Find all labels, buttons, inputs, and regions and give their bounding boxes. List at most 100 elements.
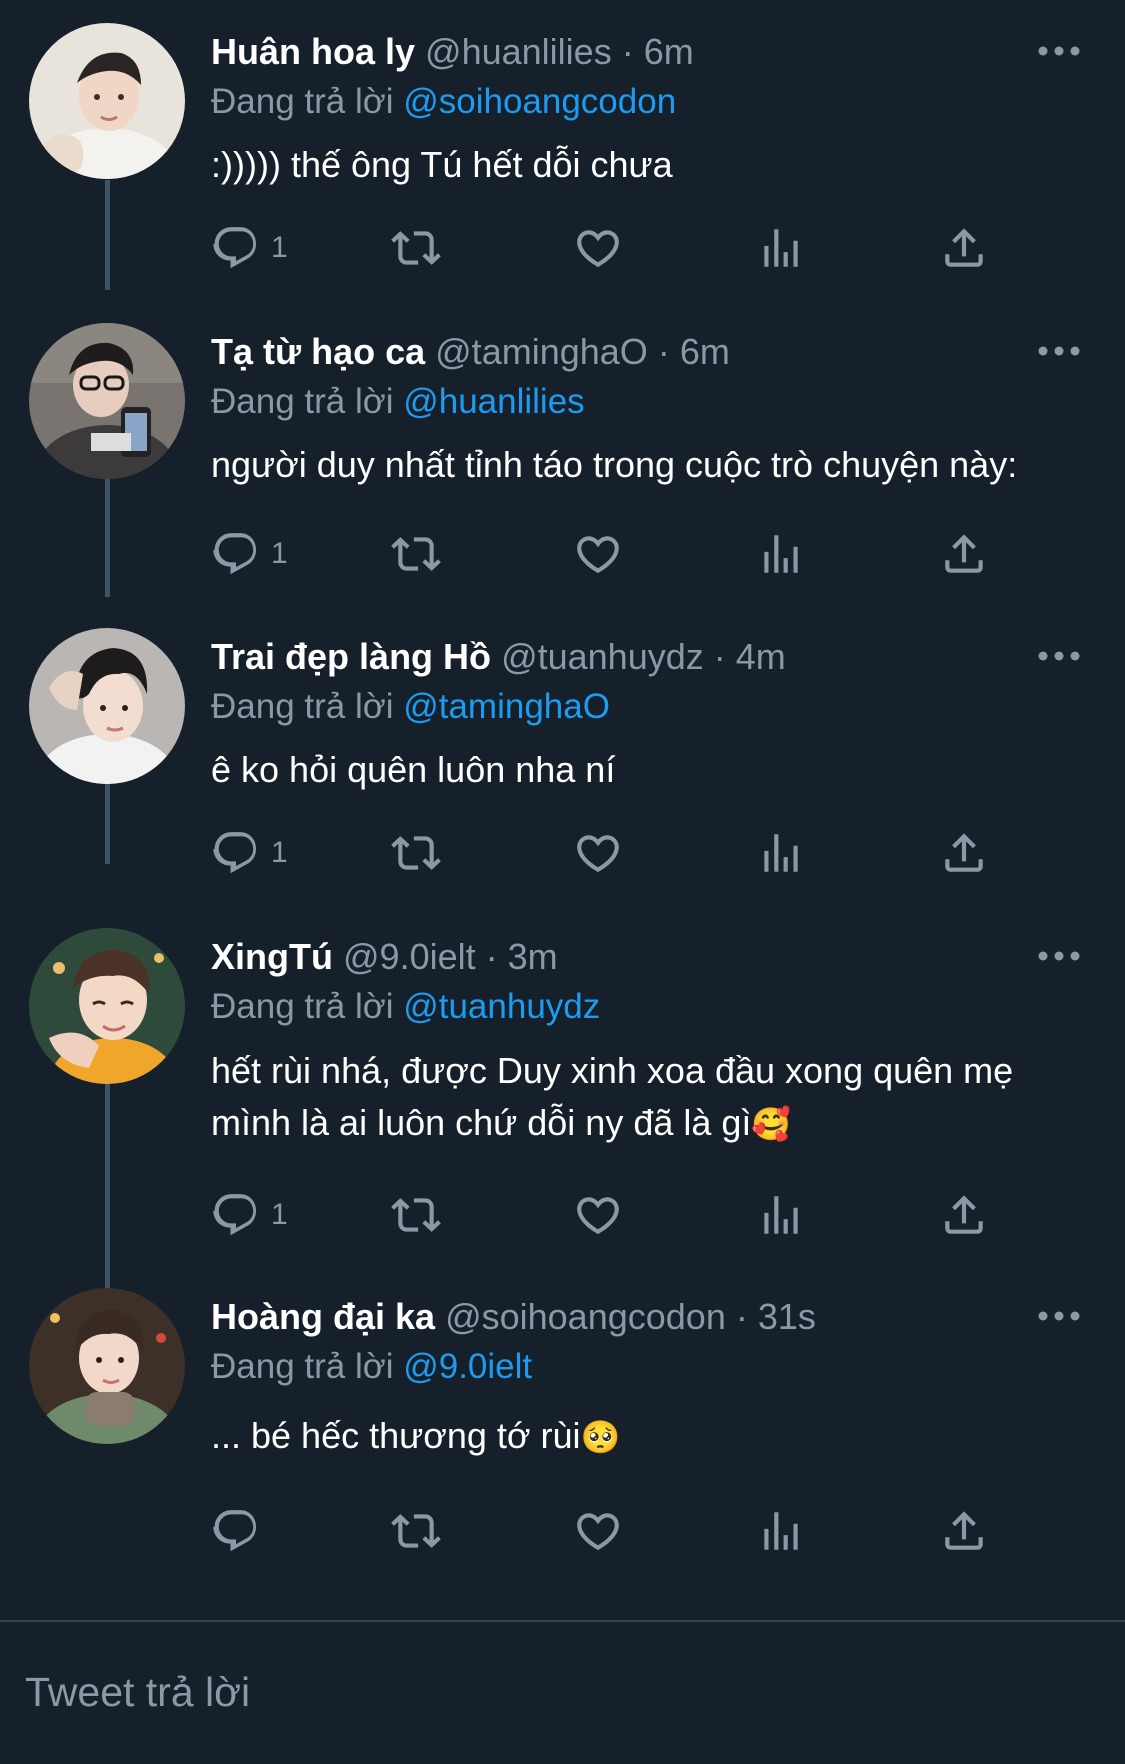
like-button[interactable] xyxy=(573,220,623,276)
tweet[interactable]: Huân hoa ly @huanlilies · 6m Đang trả lờ… xyxy=(0,0,1125,300)
handle[interactable]: @soihoangcodon xyxy=(445,1296,726,1337)
tweet-text: hết rùi nhá, được Duy xinh xoa đầu xong … xyxy=(211,1045,1091,1150)
tweet-header: Hoàng đại ka @soihoangcodon · 31s xyxy=(211,1295,816,1339)
reply-input[interactable] xyxy=(25,1662,1075,1722)
retweet-button[interactable] xyxy=(391,1187,441,1243)
tweet-header: XingTú @9.0ielt · 3m xyxy=(211,935,558,979)
more-button[interactable] xyxy=(1035,1299,1083,1333)
share-icon xyxy=(945,1511,983,1550)
handle[interactable]: @taminghaO xyxy=(435,331,648,372)
replying-to: Đang trả lời @taminghaO xyxy=(211,685,610,729)
handle[interactable]: @9.0ielt xyxy=(343,936,476,977)
reply-composer xyxy=(0,1622,1125,1764)
tweet-text: :))))) thế ông Tú hết dỗi chưa xyxy=(211,142,1091,188)
reply-button[interactable]: 1 xyxy=(211,825,288,881)
like-button[interactable] xyxy=(573,1503,623,1559)
replying-to-label: Đang trả lời xyxy=(211,987,394,1026)
reply-count: 1 xyxy=(271,836,288,869)
replying-to-label: Đang trả lời xyxy=(211,1347,394,1386)
more-button[interactable] xyxy=(1035,34,1083,68)
reply-icon xyxy=(213,1510,257,1552)
action-bar: 1 xyxy=(211,220,1011,276)
reply-button[interactable]: 1 xyxy=(211,526,288,582)
display-name[interactable]: Tạ từ hạo ca xyxy=(211,331,425,372)
reply-button[interactable]: 1 xyxy=(211,220,288,276)
separator: · xyxy=(657,331,670,372)
retweet-button[interactable] xyxy=(391,526,441,582)
share-button[interactable] xyxy=(939,825,989,881)
action-bar: 1 xyxy=(211,825,1011,881)
replying-to-mention[interactable]: @soihoangcodon xyxy=(403,82,676,121)
retweet-icon xyxy=(391,537,441,571)
avatar[interactable] xyxy=(29,23,185,179)
timestamp: 6m xyxy=(643,31,694,72)
share-button[interactable] xyxy=(939,526,989,582)
reply-icon xyxy=(213,533,257,575)
retweet-button[interactable] xyxy=(391,1503,441,1559)
tweet-text-content: ê ko hỏi quên luôn nha ní xyxy=(211,749,616,790)
tweet-text-content: hết rùi nhá, được Duy xinh xoa đầu xong … xyxy=(211,1050,1024,1143)
retweet-button[interactable] xyxy=(391,825,441,881)
share-button[interactable] xyxy=(939,1187,989,1243)
share-button[interactable] xyxy=(939,220,989,276)
reply-button[interactable]: 1 xyxy=(211,1187,288,1243)
tweet[interactable]: Trai đẹp làng Hồ @tuanhuydz · 4m Đang tr… xyxy=(0,605,1125,905)
share-icon xyxy=(945,833,983,872)
stats-icon xyxy=(764,834,798,872)
timestamp: 3m xyxy=(507,936,558,977)
reply-icon xyxy=(213,1194,257,1236)
more-icon xyxy=(1038,1311,1080,1321)
retweet-icon xyxy=(391,231,441,265)
stats-icon xyxy=(764,1512,798,1550)
stats-button[interactable] xyxy=(756,220,806,276)
stats-button[interactable] xyxy=(756,526,806,582)
display-name[interactable]: Hoàng đại ka xyxy=(211,1296,435,1337)
emoji: 🥰 xyxy=(751,1105,792,1143)
like-icon xyxy=(577,536,619,574)
tweet[interactable]: Tạ từ hạo ca @taminghaO · 6m Đang trả lờ… xyxy=(0,300,1125,605)
timestamp: 4m xyxy=(735,636,786,677)
more-button[interactable] xyxy=(1035,639,1083,673)
display-name[interactable]: Huân hoa ly xyxy=(211,31,415,72)
timestamp: 31s xyxy=(757,1296,816,1337)
retweet-button[interactable] xyxy=(391,220,441,276)
retweet-icon xyxy=(391,836,441,870)
like-button[interactable] xyxy=(573,526,623,582)
tweet-text: ... bé hếc thương tớ rùi🥺 xyxy=(211,1413,1091,1460)
stats-button[interactable] xyxy=(756,1187,806,1243)
display-name[interactable]: Trai đẹp làng Hồ xyxy=(211,636,491,677)
replying-to-label: Đang trả lời xyxy=(211,687,394,726)
tweet[interactable]: Hoàng đại ka @soihoangcodon · 31s Đang t… xyxy=(0,1265,1125,1620)
like-icon xyxy=(577,230,619,268)
more-button[interactable] xyxy=(1035,334,1083,368)
stats-button[interactable] xyxy=(756,825,806,881)
share-button[interactable] xyxy=(939,1503,989,1559)
replying-to: Đang trả lời @huanlilies xyxy=(211,380,585,424)
replying-to-mention[interactable]: @9.0ielt xyxy=(403,1347,532,1386)
like-button[interactable] xyxy=(573,1187,623,1243)
reply-count: 1 xyxy=(271,537,288,570)
retweet-icon xyxy=(391,1514,441,1548)
replying-to-mention[interactable]: @tuanhuydz xyxy=(403,987,600,1026)
tweet[interactable]: XingTú @9.0ielt · 3m Đang trả lời @tuanh… xyxy=(0,905,1125,1265)
more-icon xyxy=(1038,346,1080,356)
avatar[interactable] xyxy=(29,928,185,1084)
replying-to-label: Đang trả lời xyxy=(211,382,394,421)
handle[interactable]: @tuanhuydz xyxy=(501,636,704,677)
replying-to-mention[interactable]: @taminghaO xyxy=(403,687,610,726)
action-bar: 1 xyxy=(211,526,1011,582)
avatar[interactable] xyxy=(29,323,185,479)
reply-button[interactable] xyxy=(211,1503,271,1559)
tweet-header: Trai đẹp làng Hồ @tuanhuydz · 4m xyxy=(211,635,786,679)
avatar[interactable] xyxy=(29,1288,185,1444)
like-button[interactable] xyxy=(573,825,623,881)
retweet-icon xyxy=(391,1198,441,1232)
share-icon xyxy=(945,534,983,573)
stats-button[interactable] xyxy=(756,1503,806,1559)
handle[interactable]: @huanlilies xyxy=(425,31,612,72)
display-name[interactable]: XingTú xyxy=(211,936,333,977)
replying-to-mention[interactable]: @huanlilies xyxy=(403,382,584,421)
avatar[interactable] xyxy=(29,628,185,784)
more-button[interactable] xyxy=(1035,939,1083,973)
separator: · xyxy=(621,31,634,72)
